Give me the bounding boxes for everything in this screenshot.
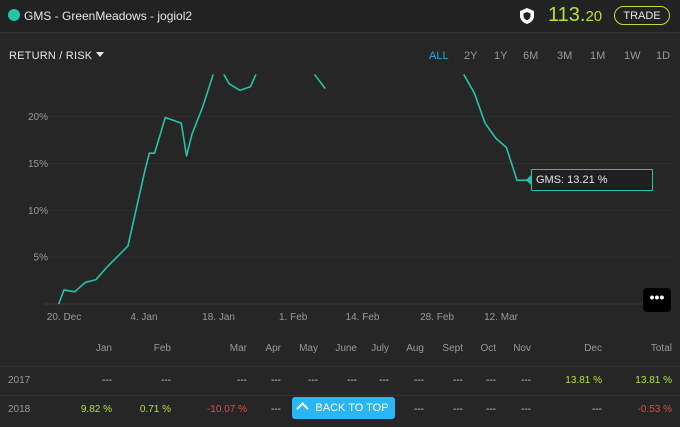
range-all[interactable]: ALL [429, 50, 449, 62]
price-integer: 113. [548, 4, 586, 26]
table-cell: --- [486, 375, 496, 386]
price-decimals: 20 [585, 8, 603, 25]
x-tick-label: 20. Dec [47, 312, 81, 323]
table-cell: --- [486, 404, 496, 415]
x-axis: 20. Dec 4. Jan 18. Jan 1. Feb 14. Feb 28. Feb… [47, 312, 519, 323]
table-cell: --- [379, 375, 389, 386]
column-header: Total [650, 343, 672, 354]
table-cell: --- [521, 375, 531, 386]
back-to-top-label: BACK TO TOP [315, 402, 389, 414]
y-tick-label: 20% [28, 112, 48, 123]
more-options-button[interactable]: ••• [643, 288, 671, 312]
series-line [313, 73, 326, 89]
table-cell: 13.81 % [565, 375, 602, 386]
return-chart[interactable]: 20% 15% 10% 5% 20. Dec 4. Jan 18. Jan 1. Feb 14… [0, 70, 680, 330]
y-tick-label: 5% [34, 253, 49, 264]
shield-icon[interactable] [518, 7, 536, 25]
row-year: 2017 [8, 375, 31, 386]
table-cell: --- [271, 404, 281, 415]
table-cell: --- [414, 404, 424, 415]
chart-grid [44, 116, 672, 305]
column-header: Oct [480, 343, 496, 354]
column-header: June [335, 343, 357, 354]
table-cell: --- [414, 375, 424, 386]
row-year: 2018 [8, 404, 31, 415]
column-header: Feb [153, 343, 171, 354]
table-cell: --- [521, 404, 531, 415]
table-cell: --- [161, 375, 171, 386]
back-to-top-button[interactable]: BACK TO TOP [292, 397, 395, 419]
range-1w[interactable]: 1W [624, 50, 641, 62]
chart-series [57, 73, 528, 305]
y-axis: 20% 15% 10% 5% [28, 112, 48, 264]
x-tick-label: 14. Feb [346, 312, 380, 323]
column-header: Apr [265, 343, 281, 354]
series-line [223, 74, 257, 92]
table-cell: --- [237, 375, 247, 386]
series-line [57, 74, 215, 305]
chevron-up-icon [296, 402, 310, 415]
x-tick-label: 28. Feb [420, 312, 454, 323]
range-3m[interactable]: 3M [557, 50, 572, 62]
table-cell: --- [453, 404, 463, 415]
x-tick-label: 12. Mar [484, 312, 519, 323]
column-header: Mar [229, 343, 247, 354]
table-cell: 13.81 % [635, 375, 672, 386]
column-header: Sept [442, 343, 463, 354]
table-cell: --- [308, 375, 318, 386]
x-tick-label: 1. Feb [279, 312, 308, 323]
top-bar: GMS - GreenMeadows - jogiol2 113.20 TRAD… [0, 0, 680, 33]
y-tick-label: 10% [28, 206, 48, 217]
instrument-color-dot [8, 9, 20, 21]
table-cell: 9.82 % [80, 404, 112, 415]
current-price: 113.20 [548, 4, 602, 27]
x-tick-label: 4. Jan [130, 312, 157, 323]
column-header: May [299, 343, 318, 354]
series-line [463, 74, 528, 182]
table-row: 2017 --- --- --- --- --- --- --- --- --- --- --- 13.… [0, 366, 680, 393]
range-2y[interactable]: 2Y [464, 50, 477, 62]
table-cell: --- [271, 375, 281, 386]
table-cell: --- [453, 375, 463, 386]
instrument-title[interactable]: GMS - GreenMeadows - jogiol2 [24, 9, 192, 23]
trade-button[interactable]: TRADE [614, 6, 670, 25]
range-6m[interactable]: 6M [523, 50, 538, 62]
range-1m[interactable]: 1M [590, 50, 605, 62]
column-header: Nov [513, 343, 531, 354]
chart-tooltip: GMS: 13.21 % [531, 169, 653, 191]
table-cell: --- [102, 375, 112, 386]
range-1d[interactable]: 1D [656, 50, 670, 62]
y-tick-label: 15% [28, 159, 48, 170]
table-cell: -10.07 % [206, 404, 247, 415]
column-header: Aug [406, 343, 424, 354]
column-header: July [371, 343, 389, 354]
table-cell: -0.53 % [637, 404, 672, 415]
table-cell: --- [347, 375, 357, 386]
x-tick-label: 18. Jan [202, 312, 235, 323]
table-cell: 0.71 % [139, 404, 171, 415]
table-cell: --- [592, 404, 602, 415]
range-1y[interactable]: 1Y [494, 50, 507, 62]
column-header: Dec [584, 343, 602, 354]
column-header: Jan [95, 343, 112, 354]
range-selector: ALL 2Y 1Y 6M 3M 1M 1W 1D [0, 50, 680, 64]
header-divider [0, 33, 680, 34]
